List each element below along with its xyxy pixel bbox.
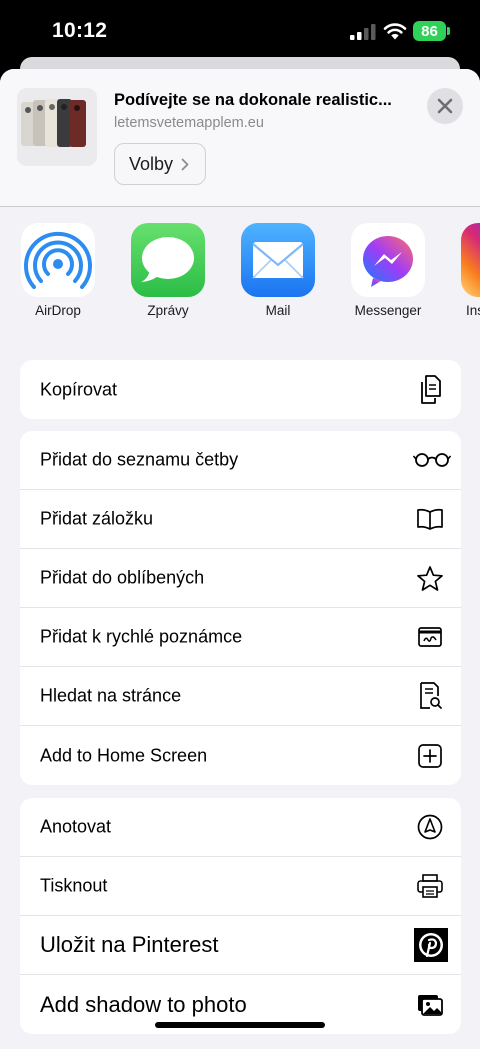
wifi-icon <box>383 23 407 40</box>
share-app-mail[interactable]: Mail <box>228 223 328 318</box>
action-find-on-page[interactable]: Hledat na stránce <box>20 667 461 726</box>
close-icon <box>437 98 453 114</box>
page-title: Podívejte se na dokonale realistic... <box>114 91 392 109</box>
action-label: Hledat na stránce <box>40 685 182 706</box>
action-label: Add to Home Screen <box>40 745 208 765</box>
options-button[interactable]: Volby <box>114 143 206 185</box>
page-thumbnail <box>17 88 97 166</box>
page-url: letemsvetemapplem.eu <box>114 115 264 131</box>
share-app-label: Messenger <box>354 303 422 318</box>
share-app-airdrop[interactable]: AirDrop <box>8 223 108 318</box>
battery-level: 86 <box>421 22 438 40</box>
action-copy[interactable]: Kopírovat <box>20 360 461 419</box>
messenger-icon <box>351 223 425 297</box>
action-label: Tisknout <box>40 875 108 896</box>
action-group-extras: Anotovat Tisknout Uložit na Pinterest Ad… <box>20 798 461 1034</box>
glasses-icon <box>413 445 451 475</box>
action-print[interactable]: Tisknout <box>20 857 461 916</box>
share-app-label: Ins <box>466 303 480 318</box>
action-label: Add shadow to photo <box>40 991 247 1017</box>
share-app-messenger[interactable]: Messenger <box>338 223 438 318</box>
action-label: Anotovat <box>40 816 112 837</box>
action-label: Přidat záložku <box>40 508 154 529</box>
action-markup[interactable]: Anotovat <box>20 798 461 857</box>
share-app-label: AirDrop <box>35 303 81 318</box>
add-square-icon <box>415 741 445 771</box>
share-sheet: Podívejte se na dokonale realistic... le… <box>0 69 480 1049</box>
action-label: Přidat do seznamu četby <box>40 449 239 470</box>
battery-indicator: 86 <box>413 21 446 41</box>
action-save-pinterest[interactable]: Uložit na Pinterest <box>20 916 461 975</box>
quick-note-icon <box>415 622 445 652</box>
home-indicator[interactable] <box>155 1022 325 1028</box>
share-app-messages[interactable]: Zprávy <box>118 223 218 318</box>
cellular-signal-icon <box>350 24 376 40</box>
share-app-row: AirDrop Zprávy Mail Messenger In <box>0 223 480 333</box>
action-label: Uložit na Pinterest <box>40 932 219 957</box>
chevron-right-icon <box>181 158 189 170</box>
status-bar: 10:12 86 <box>0 0 480 62</box>
share-header: Podívejte se na dokonale realistic... le… <box>0 69 480 207</box>
action-group-copy: Kopírovat <box>20 360 461 419</box>
star-icon <box>415 563 445 593</box>
action-label: Kopírovat <box>40 379 118 399</box>
mail-icon <box>241 223 315 297</box>
options-label: Volby <box>129 153 174 174</box>
iphone-photo-thumbnail <box>17 88 97 166</box>
action-label: Přidat k rychlé poznámce <box>40 626 243 647</box>
status-time: 10:12 <box>52 19 108 42</box>
book-icon <box>415 504 445 534</box>
messages-icon <box>131 223 205 297</box>
instagram-icon <box>461 223 480 297</box>
action-label: Přidat do oblíbených <box>40 567 205 588</box>
close-button[interactable] <box>427 88 463 124</box>
pinterest-icon <box>414 928 448 962</box>
battery-tip <box>447 27 450 35</box>
action-add-bookmark[interactable]: Přidat záložku <box>20 490 461 549</box>
photo-icon <box>415 990 445 1020</box>
share-app-instagram[interactable]: Ins <box>448 223 480 318</box>
share-app-label: Zprávy <box>147 303 189 318</box>
copy-icon <box>415 374 445 405</box>
action-add-quick-note[interactable]: Přidat k rychlé poznámce <box>20 608 461 667</box>
find-on-page-icon <box>415 681 445 711</box>
action-group-page: Přidat do seznamu četby Přidat záložku P… <box>20 431 461 785</box>
action-add-favorites[interactable]: Přidat do oblíbených <box>20 549 461 608</box>
printer-icon <box>415 871 445 901</box>
action-add-to-home-screen[interactable]: Add to Home Screen <box>20 726 461 785</box>
share-app-label: Mail <box>265 303 291 318</box>
airdrop-icon <box>21 223 95 297</box>
markup-icon <box>415 812 445 842</box>
action-add-reading-list[interactable]: Přidat do seznamu četby <box>20 431 461 490</box>
